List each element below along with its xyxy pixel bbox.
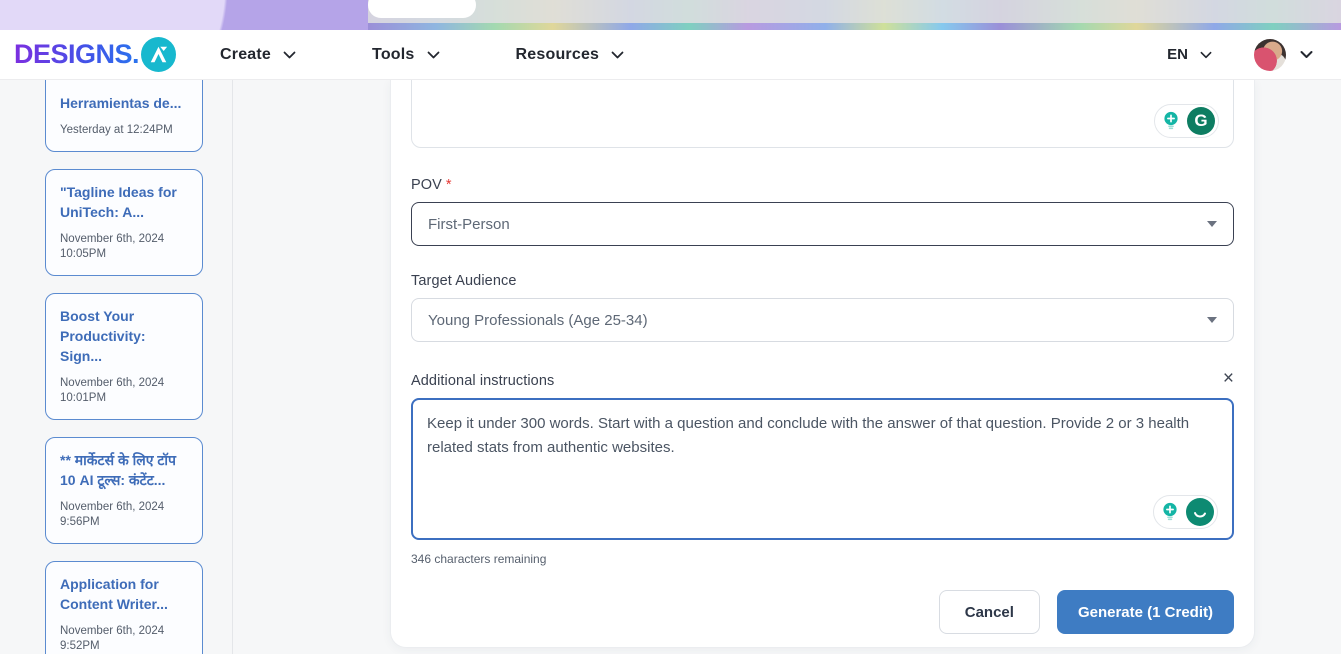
chevron-down-icon xyxy=(1200,51,1212,59)
wallpaper-left-lavender xyxy=(0,0,368,30)
grammarly-g-icon[interactable]: G xyxy=(1187,107,1215,135)
language-label: EN xyxy=(1167,46,1188,63)
characters-remaining-counter: 346 characters remaining xyxy=(411,552,546,566)
history-item-timestamp: November 6th, 2024 10:05PM xyxy=(60,232,188,262)
history-item-title: "Tagline Ideas for UniTech: A... xyxy=(60,182,188,222)
grammarly-widget[interactable]: G xyxy=(1154,104,1219,138)
lightbulb-suggestion-icon[interactable] xyxy=(1157,499,1183,525)
history-item-timestamp: November 6th, 2024 9:56PM xyxy=(60,500,188,530)
history-item-title: Herramientas de... xyxy=(60,80,188,113)
nav-menu: Create Tools Resources xyxy=(220,46,624,64)
history-item-title: ** मार्केटर्स के लिए टॉप 10 AI टूल्स: कं… xyxy=(60,450,188,490)
history-item[interactable]: Application for Content Writer... Novemb… xyxy=(45,561,203,654)
logo-wordmark: DESIGNS. xyxy=(14,39,139,70)
chevron-down-icon xyxy=(283,51,296,59)
pov-label-text: POV xyxy=(411,177,442,193)
topic-input-field[interactable]: G xyxy=(411,80,1234,148)
pov-select[interactable]: First-Person xyxy=(411,202,1234,246)
lightbulb-suggestion-icon[interactable] xyxy=(1158,108,1184,134)
history-item[interactable]: "Tagline Ideas for UniTech: A... Novembe… xyxy=(45,169,203,276)
wallpaper-white-tab xyxy=(368,0,476,18)
additional-instructions-textarea[interactable]: Keep it under 300 words. Start with a qu… xyxy=(413,400,1232,538)
additional-instructions-field: Keep it under 300 words. Start with a qu… xyxy=(411,398,1234,540)
additional-instructions-label: Additional instructions xyxy=(411,373,554,389)
chevron-down-icon xyxy=(611,51,624,59)
pov-label: POV* xyxy=(411,177,452,193)
history-item[interactable]: Herramientas de... Yesterday at 12:24PM xyxy=(45,80,203,152)
chevron-down-icon xyxy=(427,51,440,59)
nav-item-tools[interactable]: Tools xyxy=(372,46,439,64)
history-item[interactable]: ** मार्केटर्स के लिए टॉप 10 AI टूल्स: कं… xyxy=(45,437,203,544)
history-item-title: Boost Your Productivity: Sign... xyxy=(60,306,188,366)
history-item-title: Application for Content Writer... xyxy=(60,574,188,614)
grammarly-checking-icon[interactable] xyxy=(1186,498,1214,526)
required-asterisk: * xyxy=(446,177,452,193)
target-audience-select[interactable]: Young Professionals (Age 25-34) xyxy=(411,298,1234,342)
select-caret-icon xyxy=(1207,317,1217,323)
nav-item-resources[interactable]: Resources xyxy=(516,46,625,64)
content-generator-form-panel: G POV* First-Person Target Audience Youn… xyxy=(390,80,1255,648)
history-item-timestamp: November 6th, 2024 10:01PM xyxy=(60,376,188,406)
user-avatar xyxy=(1254,39,1286,71)
form-action-buttons: Cancel Generate (1 Credit) xyxy=(939,590,1234,634)
language-selector[interactable]: EN xyxy=(1167,46,1212,63)
main-content: Herramientas de... Yesterday at 12:24PM … xyxy=(0,80,1341,654)
generate-button[interactable]: Generate (1 Credit) xyxy=(1057,590,1234,634)
wallpaper-gray-overlay xyxy=(368,0,1341,23)
history-item[interactable]: Boost Your Productivity: Sign... Novembe… xyxy=(45,293,203,420)
nav-item-create[interactable]: Create xyxy=(220,46,296,64)
target-audience-label: Target Audience xyxy=(411,273,517,289)
top-navbar: DESIGNS. Create Tools Resources xyxy=(0,30,1341,80)
history-item-timestamp: Yesterday at 12:24PM xyxy=(60,123,188,138)
cancel-button[interactable]: Cancel xyxy=(939,590,1040,634)
select-caret-icon xyxy=(1207,221,1217,227)
desktop-wallpaper-strip xyxy=(0,0,1341,30)
logo-ai-monogram-icon xyxy=(141,37,176,72)
nav-item-tools-label: Tools xyxy=(372,46,414,64)
close-icon[interactable]: × xyxy=(1223,369,1234,388)
history-sidebar: Herramientas de... Yesterday at 12:24PM … xyxy=(0,80,233,654)
chevron-down-icon xyxy=(1300,50,1313,59)
designs-ai-logo[interactable]: DESIGNS. xyxy=(14,37,176,72)
nav-item-create-label: Create xyxy=(220,46,271,64)
grammarly-widget[interactable] xyxy=(1153,495,1218,529)
pov-selected-value: First-Person xyxy=(428,216,510,233)
nav-item-resources-label: Resources xyxy=(516,46,600,64)
account-menu[interactable] xyxy=(1254,39,1313,71)
target-audience-selected-value: Young Professionals (Age 25-34) xyxy=(428,312,648,329)
history-item-timestamp: November 6th, 2024 9:52PM xyxy=(60,624,188,654)
